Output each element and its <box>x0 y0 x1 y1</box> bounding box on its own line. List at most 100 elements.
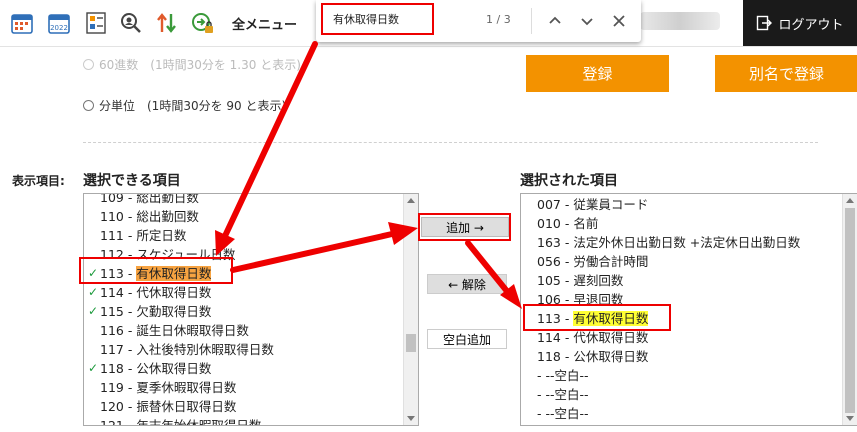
scroll-down-icon[interactable] <box>407 416 415 421</box>
chevron-up-icon <box>549 16 561 24</box>
user-name-blurred <box>640 12 720 30</box>
list-item[interactable]: 119 - 夏季休暇取得日数 <box>84 378 418 397</box>
register-alias-button[interactable]: 別名で登録 <box>715 55 857 92</box>
list-item-label: 118 - 公休取得日数 <box>537 349 649 364</box>
option-minutes[interactable]: 分単位 (1時間30分を 90 と表示) <box>83 97 286 114</box>
employee-list-icon[interactable] <box>84 11 108 35</box>
list-item[interactable]: 116 - 誕生日休暇取得日数 <box>84 321 418 340</box>
available-items-heading: 選択できる項目 <box>83 173 181 189</box>
list-item[interactable]: 105 - 遅刻回数 <box>521 271 857 290</box>
list-item-label: 121 - 年末年始休暇取得日数 <box>100 418 262 426</box>
list-item-label: 106 - 早退回数 <box>537 292 624 307</box>
find-previous-button[interactable] <box>543 9 567 33</box>
check-icon: ✓ <box>88 285 99 299</box>
logout-label: ログアウト <box>778 17 844 33</box>
list-item-label: - --空白-- <box>537 368 589 383</box>
list-item[interactable]: 111 - 所定日数 <box>84 226 418 245</box>
list-item-label: 119 - 夏季休暇取得日数 <box>100 380 237 395</box>
find-match-highlight: 有休取得日数 <box>136 266 212 281</box>
close-icon <box>613 15 625 27</box>
scroll-thumb[interactable] <box>845 208 855 413</box>
list-item[interactable]: ✓ 118 - 公休取得日数 <box>84 359 418 378</box>
find-separator <box>531 8 532 34</box>
find-input[interactable] <box>321 3 434 35</box>
export-lock-icon[interactable] <box>191 11 215 35</box>
scroll-up-icon[interactable] <box>407 198 415 203</box>
find-close-button[interactable] <box>607 9 631 33</box>
selected-list-scrollbar[interactable] <box>842 194 857 425</box>
available-list-scrollbar[interactable] <box>403 194 418 425</box>
magnifier-icon[interactable] <box>119 11 143 35</box>
list-item-label: 116 - 誕生日休暇取得日数 <box>100 323 249 338</box>
calendar-icon[interactable] <box>10 11 34 35</box>
list-item[interactable]: 121 - 年末年始休暇取得日数 <box>84 416 418 426</box>
radio-minutes[interactable] <box>83 100 94 111</box>
all-menu-button[interactable]: 全メニュー <box>232 14 297 33</box>
list-item-label: 105 - 遅刻回数 <box>537 273 624 288</box>
list-item-label: - --空白-- <box>537 387 589 402</box>
list-item[interactable]: 007 - 従業員コード <box>521 195 857 214</box>
remove-button[interactable]: ← 解除 <box>427 274 507 294</box>
find-next-button[interactable] <box>575 9 599 33</box>
list-item-label: 114 - 代休取得日数 <box>100 285 212 300</box>
list-item[interactable]: 106 - 早退回数 <box>521 290 857 309</box>
find-bar: 1 / 3 <box>316 0 641 42</box>
sort-arrows-icon[interactable] <box>155 11 179 35</box>
list-item-label: 007 - 従業員コード <box>537 197 649 212</box>
selected-items-container: 007 - 従業員コード 010 - 名前 163 - 法定外休日出勤日数 +法定休… <box>521 195 857 423</box>
scroll-thumb[interactable] <box>406 334 416 352</box>
register-button[interactable]: 登録 <box>526 55 669 92</box>
scroll-down-icon[interactable] <box>846 416 854 421</box>
display-items-label: 表示項目: <box>12 174 65 188</box>
logout-button[interactable]: ログアウト <box>743 0 857 46</box>
list-item[interactable]: 163 - 法定外休日出勤日数 +法定休日出勤日数 <box>521 233 857 252</box>
option-60-decimal-label: 60進数 (1時間30分を 1.30 と表示) <box>99 58 301 72</box>
list-item[interactable]: 010 - 名前 <box>521 214 857 233</box>
section-divider <box>83 142 818 143</box>
list-item-prefix: 113 - <box>537 311 574 326</box>
list-item[interactable]: - --空白-- <box>521 385 857 404</box>
list-item[interactable]: 113 - 有休取得日数 <box>521 309 857 328</box>
list-item-label: 114 - 代休取得日数 <box>537 330 649 345</box>
list-item-label: 117 - 入社後特別休暇取得日数 <box>100 342 274 357</box>
selected-items-list[interactable]: 007 - 従業員コード 010 - 名前 163 - 法定外休日出勤日数 +法定休… <box>520 193 857 426</box>
calendar-year-text: 2022 <box>50 24 68 32</box>
radio-60-decimal[interactable] <box>83 59 94 70</box>
list-item[interactable]: 114 - 代休取得日数 <box>521 328 857 347</box>
add-blank-button[interactable]: 空白追加 <box>427 329 507 349</box>
list-item-label: 163 - 法定外休日出勤日数 +法定休日出勤日数 <box>537 235 801 250</box>
list-item[interactable]: 117 - 入社後特別休暇取得日数 <box>84 340 418 359</box>
logout-icon <box>757 15 773 31</box>
list-item[interactable]: ✓ 115 - 欠勤取得日数 <box>84 302 418 321</box>
check-icon: ✓ <box>88 361 99 375</box>
check-icon: ✓ <box>88 304 99 318</box>
add-button[interactable]: 追加 → <box>421 217 509 237</box>
available-items-list[interactable]: 109 - 総出勤日数 110 - 総出勤回数 111 - 所定日数 112 - スケ… <box>83 193 419 426</box>
option-minutes-label: 分単位 (1時間30分を 90 と表示) <box>99 99 287 113</box>
list-item[interactable]: ✓ 114 - 代休取得日数 <box>84 283 418 302</box>
list-item-label: - --空白-- <box>537 406 589 421</box>
calendar-2022-icon[interactable]: 2022 <box>47 11 71 35</box>
list-item-label: 115 - 欠勤取得日数 <box>100 304 212 319</box>
find-match-count: 1 / 3 <box>486 13 511 26</box>
list-item[interactable]: 112 - スケジュール日数 <box>84 245 418 264</box>
list-item-label: 118 - 公休取得日数 <box>100 361 212 376</box>
scroll-up-icon[interactable] <box>846 198 854 203</box>
selected-items-heading: 選択された項目 <box>520 173 618 189</box>
list-item-label: 112 - スケジュール日数 <box>100 247 236 262</box>
list-item[interactable]: ✓ 113 - 有休取得日数 <box>84 264 418 283</box>
list-item[interactable]: 109 - 総出勤日数 <box>84 193 418 207</box>
list-item-label: 109 - 総出勤日数 <box>100 193 199 205</box>
list-item[interactable]: - --空白-- <box>521 366 857 385</box>
list-item-label: 010 - 名前 <box>537 216 599 231</box>
list-item-label: 056 - 労働合計時間 <box>537 254 649 269</box>
chevron-down-icon <box>581 18 593 26</box>
list-item[interactable]: 120 - 振替休日取得日数 <box>84 397 418 416</box>
list-item[interactable]: - --空白-- <box>521 404 857 423</box>
option-60-decimal[interactable]: 60進数 (1時間30分を 1.30 と表示) <box>83 56 301 73</box>
available-items-container: 109 - 総出勤日数 110 - 総出勤回数 111 - 所定日数 112 - スケ… <box>84 193 418 426</box>
list-item[interactable]: 056 - 労働合計時間 <box>521 252 857 271</box>
find-match-highlight: 有休取得日数 <box>573 311 649 326</box>
list-item[interactable]: 118 - 公休取得日数 <box>521 347 857 366</box>
list-item[interactable]: 110 - 総出勤回数 <box>84 207 418 226</box>
